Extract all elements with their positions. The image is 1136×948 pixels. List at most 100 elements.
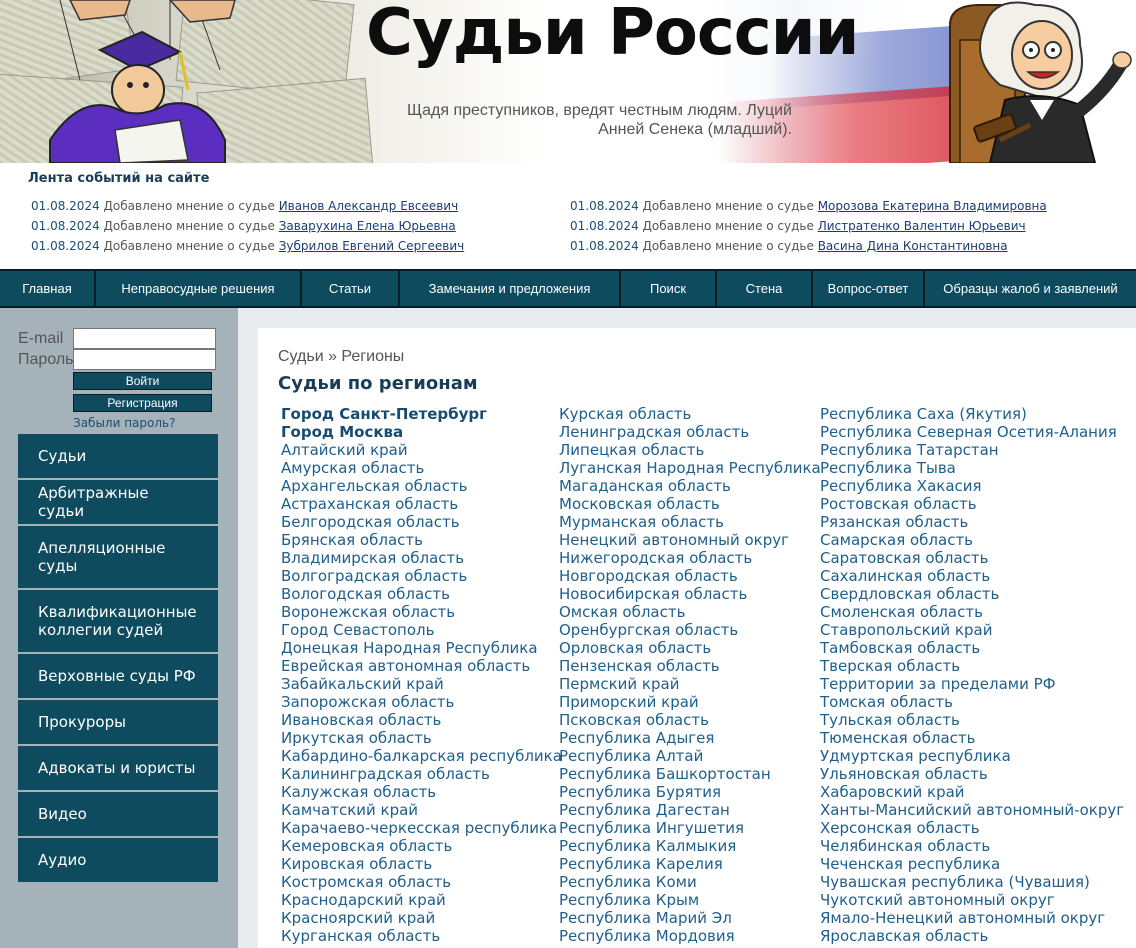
region-link[interactable]: Калужская область (281, 783, 562, 801)
sidebar-item-video[interactable]: Видео (18, 792, 218, 836)
region-link[interactable]: Республика Татарстан (820, 441, 1124, 459)
nav-search[interactable]: Поиск (621, 271, 717, 306)
email-field[interactable] (73, 328, 216, 349)
region-link[interactable]: Новосибирская область (559, 585, 821, 603)
region-link[interactable]: Чувашская республика (Чувашия) (820, 873, 1124, 891)
region-link[interactable]: Херсонская область (820, 819, 1124, 837)
nav-complaint-templates[interactable]: Образцы жалоб и заявлений (925, 271, 1136, 306)
sidebar-item-audio[interactable]: Аудио (18, 838, 218, 882)
region-link[interactable]: Чеченская республика (820, 855, 1124, 873)
region-link[interactable]: Костромская область (281, 873, 562, 891)
region-link[interactable]: Приморский край (559, 693, 821, 711)
breadcrumb[interactable]: Судьи » Регионы (278, 348, 404, 366)
region-link[interactable]: Республика Крым (559, 891, 821, 909)
event-judge-link[interactable]: Морозова Екатерина Владимировна (818, 199, 1047, 213)
region-link[interactable]: Тамбовская область (820, 639, 1124, 657)
login-button[interactable]: Войти (73, 372, 212, 390)
region-link[interactable]: Московская область (559, 495, 821, 513)
region-link[interactable]: Камчатский край (281, 801, 562, 819)
region-link[interactable]: Карачаево-черкесская республика (281, 819, 562, 837)
region-link[interactable]: Республика Саха (Якутия) (820, 405, 1124, 423)
region-link[interactable]: Республика Мордовия (559, 927, 821, 945)
nav-home[interactable]: Главная (0, 271, 96, 306)
region-link[interactable]: Ямало-Ненецкий автономный округ (820, 909, 1124, 927)
region-link[interactable]: Ставропольский край (820, 621, 1124, 639)
region-link[interactable]: Воронежская область (281, 603, 562, 621)
region-link[interactable]: Магаданская область (559, 477, 821, 495)
region-link[interactable]: Город Севастополь (281, 621, 562, 639)
region-link[interactable]: Тюменская область (820, 729, 1124, 747)
region-link[interactable]: Волгоградская область (281, 567, 562, 585)
region-link[interactable]: Красноярский край (281, 909, 562, 927)
region-link[interactable]: Свердловская область (820, 585, 1124, 603)
region-link[interactable]: Кировская область (281, 855, 562, 873)
region-link[interactable]: Самарская область (820, 531, 1124, 549)
region-link[interactable]: Томская область (820, 693, 1124, 711)
nav-qa[interactable]: Вопрос-ответ (813, 271, 925, 306)
region-link[interactable]: Тульская область (820, 711, 1124, 729)
region-link[interactable]: Территории за пределами РФ (820, 675, 1124, 693)
event-judge-link[interactable]: Иванов Александр Евсеевич (279, 199, 459, 213)
event-judge-link[interactable]: Листратенко Валентин Юрьевич (818, 219, 1026, 233)
region-link[interactable]: Ярославская область (820, 927, 1124, 945)
region-link[interactable]: Город Москва (281, 423, 562, 441)
region-link[interactable]: Республика Башкортостан (559, 765, 821, 783)
region-link[interactable]: Рязанская область (820, 513, 1124, 531)
region-link[interactable]: Республика Адыгея (559, 729, 821, 747)
nav-articles[interactable]: Статьи (302, 271, 400, 306)
event-judge-link[interactable]: Заварухина Елена Юрьевна (279, 219, 456, 233)
region-link[interactable]: Республика Хакасия (820, 477, 1124, 495)
region-link[interactable]: Оренбургская область (559, 621, 821, 639)
region-link[interactable]: Республика Алтай (559, 747, 821, 765)
nav-wall[interactable]: Стена (717, 271, 813, 306)
region-link[interactable]: Ненецкий автономный округ (559, 531, 821, 549)
region-link[interactable]: Ульяновская область (820, 765, 1124, 783)
region-link[interactable]: Алтайский край (281, 441, 562, 459)
region-link[interactable]: Республика Карелия (559, 855, 821, 873)
region-link[interactable]: Омская область (559, 603, 821, 621)
region-link[interactable]: Амурская область (281, 459, 562, 477)
region-link[interactable]: Новгородская область (559, 567, 821, 585)
region-link[interactable]: Пермский край (559, 675, 821, 693)
sidebar-item-judges[interactable]: Судьи (18, 434, 218, 478)
region-link[interactable]: Мурманская область (559, 513, 821, 531)
region-link[interactable]: Краснодарский край (281, 891, 562, 909)
region-link[interactable]: Курганская область (281, 927, 562, 945)
sidebar-item-qualification-boards[interactable]: Квалификационные коллегии судей (18, 590, 218, 652)
region-link[interactable]: Смоленская область (820, 603, 1124, 621)
region-link[interactable]: Ростовская область (820, 495, 1124, 513)
region-link[interactable]: Астраханская область (281, 495, 562, 513)
forgot-password-link[interactable]: Забыли пароль? (73, 416, 175, 430)
region-link[interactable]: Белгородская область (281, 513, 562, 531)
region-link[interactable]: Республика Тыва (820, 459, 1124, 477)
region-link[interactable]: Пензенская область (559, 657, 821, 675)
region-link[interactable]: Забайкальский край (281, 675, 562, 693)
region-link[interactable]: Республика Дагестан (559, 801, 821, 819)
region-link[interactable]: Владимирская область (281, 549, 562, 567)
region-link[interactable]: Ивановская область (281, 711, 562, 729)
sidebar-item-appeal-courts[interactable]: Апелляционные суды (18, 526, 218, 588)
region-link[interactable]: Республика Марий Эл (559, 909, 821, 927)
region-link[interactable]: Луганская Народная Республика (559, 459, 821, 477)
region-link[interactable]: Республика Северная Осетия-Алания (820, 423, 1124, 441)
region-link[interactable]: Курская область (559, 405, 821, 423)
sidebar-item-supreme-courts[interactable]: Верховные суды РФ (18, 654, 218, 698)
region-link[interactable]: Иркутская область (281, 729, 562, 747)
sidebar-item-arbitration-judges[interactable]: Арбитражные судьи (18, 480, 218, 524)
region-link[interactable]: Донецкая Народная Республика (281, 639, 562, 657)
site-title[interactable]: Судьи России (366, 0, 859, 70)
region-link[interactable]: Чукотский автономный округ (820, 891, 1124, 909)
region-link[interactable]: Республика Бурятия (559, 783, 821, 801)
region-link[interactable]: Псковская область (559, 711, 821, 729)
nav-unjust-decisions[interactable]: Неправосудные решения (96, 271, 302, 306)
region-link[interactable]: Еврейская автономная область (281, 657, 562, 675)
region-link[interactable]: Нижегородская область (559, 549, 821, 567)
region-link[interactable]: Брянская область (281, 531, 562, 549)
region-link[interactable]: Ханты-Мансийский автономный-округ (820, 801, 1124, 819)
region-link[interactable]: Тверская область (820, 657, 1124, 675)
region-link[interactable]: Удмуртская республика (820, 747, 1124, 765)
event-judge-link[interactable]: Зубрилов Евгений Сергеевич (279, 239, 465, 253)
region-link[interactable]: Республика Ингушетия (559, 819, 821, 837)
password-field[interactable] (73, 349, 216, 370)
region-link[interactable]: Республика Калмыкия (559, 837, 821, 855)
